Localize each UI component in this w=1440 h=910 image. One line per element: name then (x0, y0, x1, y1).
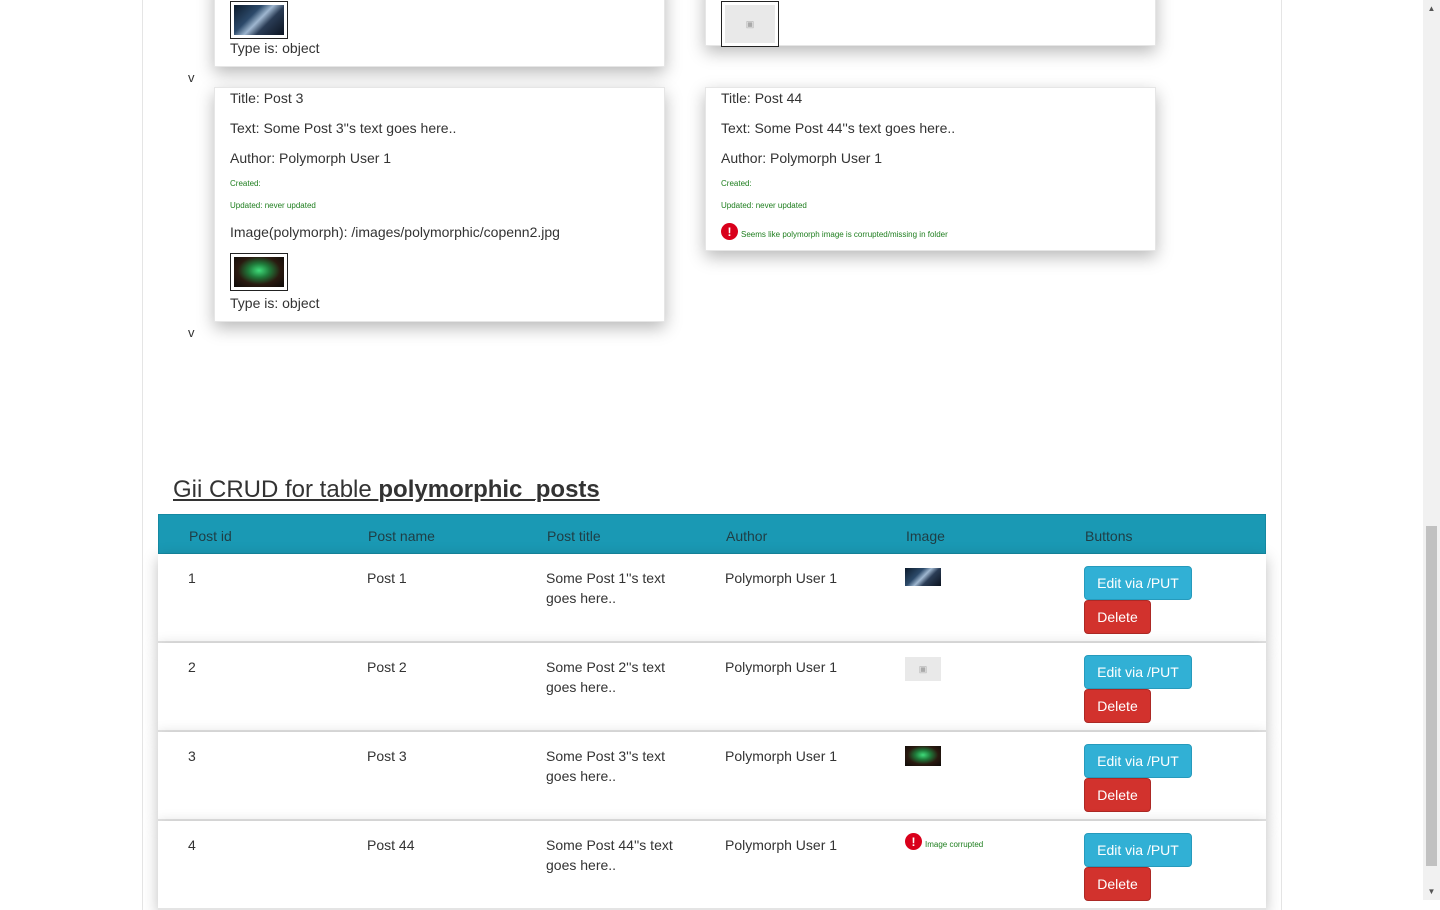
post-text: Text: Some Post 3''s text goes here.. (230, 120, 457, 136)
crud-heading[interactable]: Gii CRUD for table polymorphic_posts (173, 476, 600, 504)
image-error-message: ! Image corrupted (905, 833, 983, 850)
post-image-thumbnail[interactable] (230, 253, 288, 291)
edit-button[interactable]: Edit via /PUT (1084, 655, 1192, 689)
table-row: 3 Post 3 Some Post 3''s text goes here..… (158, 732, 1266, 821)
post-text: Text: Some Post 44''s text goes here.. (721, 120, 956, 136)
edit-button[interactable]: Edit via /PUT (1084, 833, 1192, 867)
delete-button[interactable]: Delete (1084, 600, 1151, 634)
cell-post-title-line1: Some Post 1''s text (546, 570, 665, 586)
column-header-post-name: Post name (368, 528, 435, 544)
post-updated: Updated: never updated (721, 201, 807, 210)
post-card-44: Title: Post 44 Text: Some Post 44''s tex… (705, 87, 1156, 251)
type-line: Type is: object (230, 295, 320, 311)
cell-post-id: 2 (188, 659, 196, 675)
cell-post-title-line2: goes here.. (546, 857, 617, 873)
cell-post-title-line1: Some Post 2''s text (546, 659, 665, 675)
post-updated: Updated: never updated (230, 201, 316, 210)
cell-post-title: Some Post 1''s text goes here.. (546, 568, 665, 608)
post-card-3: Title: Post 3 Text: Some Post 3''s text … (214, 87, 665, 322)
cell-post-id: 3 (188, 748, 196, 764)
building-night-image (234, 257, 284, 287)
type-line: Type is: object (230, 40, 320, 56)
cell-post-title-line2: goes here.. (546, 590, 617, 606)
delete-button[interactable]: Delete (1084, 867, 1151, 901)
cell-post-name: Post 2 (367, 659, 407, 675)
post-author: Author: Polymorph User 1 (721, 150, 883, 166)
cell-post-title-line2: goes here.. (546, 768, 617, 784)
crud-heading-prefix: Gii CRUD for table (173, 476, 379, 503)
table-row: 4 Post 44 Some Post 44''s text goes here… (158, 821, 1266, 910)
post-title: Title: Post 3 (230, 90, 304, 106)
cell-post-id: 4 (188, 837, 196, 853)
cell-post-title-line1: Some Post 44''s text (546, 837, 673, 853)
post-card-2: Type is: object (214, 0, 665, 67)
column-header-post-title: Post title (547, 528, 601, 544)
scrollbar-thumb[interactable] (1426, 526, 1437, 866)
column-header-post-id: Post id (189, 528, 232, 544)
scroll-down-arrow-icon[interactable]: ▼ (1423, 883, 1440, 900)
cell-post-title-line2: goes here.. (546, 679, 617, 695)
city-night-image (234, 5, 284, 35)
cell-post-title-line1: Some Post 3''s text (546, 748, 665, 764)
toggle-marker: v (188, 325, 195, 340)
image-error-text: Image corrupted (925, 840, 984, 849)
image-error-text: Seems like polymorph image is corrupted/… (741, 230, 948, 239)
column-header-buttons: Buttons (1085, 528, 1133, 544)
delete-button[interactable]: Delete (1084, 689, 1151, 723)
image-error-message: ! Seems like polymorph image is corrupte… (721, 223, 948, 240)
post-card-no-image: ▣ (705, 0, 1156, 47)
table-header: Post id Post name Post title Author Imag… (158, 514, 1266, 554)
edit-button[interactable]: Edit via /PUT (1084, 744, 1192, 778)
delete-button[interactable]: Delete (1084, 778, 1151, 812)
cell-post-title: Some Post 44''s text goes here.. (546, 835, 673, 875)
post-image-path: Image(polymorph): /images/polymorphic/co… (230, 224, 560, 240)
column-header-image: Image (906, 528, 945, 544)
cell-image-thumbnail[interactable] (905, 568, 941, 586)
cell-post-title: Some Post 2''s text goes here.. (546, 657, 665, 697)
vertical-scrollbar[interactable]: ▲ ▼ (1423, 0, 1440, 900)
post-image-thumbnail[interactable] (230, 1, 288, 39)
post-title: Title: Post 44 (721, 90, 803, 106)
cell-image-thumbnail[interactable] (905, 746, 941, 766)
cell-author: Polymorph User 1 (725, 748, 838, 764)
column-header-author: Author (726, 528, 768, 544)
post-image-thumbnail[interactable]: ▣ (721, 1, 779, 47)
cell-post-name: Post 3 (367, 748, 407, 764)
edit-button[interactable]: Edit via /PUT (1084, 566, 1192, 600)
toggle-marker: v (188, 70, 195, 85)
post-created: Created: (721, 179, 752, 188)
cell-post-name: Post 1 (367, 570, 407, 586)
post-author: Author: Polymorph User 1 (230, 150, 392, 166)
crud-table-name: polymorphic_posts (378, 476, 600, 503)
cell-post-id: 1 (188, 570, 196, 586)
cell-author: Polymorph User 1 (725, 659, 838, 675)
cell-author: Polymorph User 1 (725, 570, 838, 586)
cell-post-name: Post 44 (367, 837, 415, 853)
posts-table: Post id Post name Post title Author Imag… (158, 514, 1266, 910)
no-image-placeholder-icon[interactable]: ▣ (905, 657, 941, 681)
cell-author: Polymorph User 1 (725, 837, 838, 853)
table-row: 2 Post 2 Some Post 2''s text goes here..… (158, 643, 1266, 732)
error-exclamation-icon: ! (905, 833, 922, 850)
cell-post-title: Some Post 3''s text goes here.. (546, 746, 665, 786)
post-created: Created: (230, 179, 261, 188)
table-row: 1 Post 1 Some Post 1''s text goes here..… (158, 554, 1266, 643)
no-image-placeholder-icon: ▣ (725, 5, 775, 43)
error-exclamation-icon: ! (721, 223, 738, 240)
scroll-up-arrow-icon[interactable]: ▲ (1423, 0, 1440, 17)
